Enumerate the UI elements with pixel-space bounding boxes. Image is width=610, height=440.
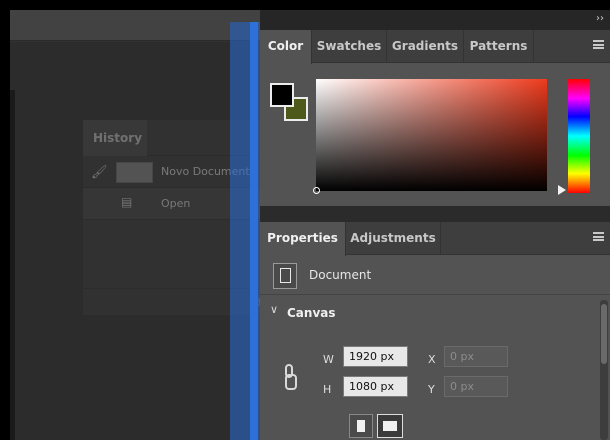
properties-scrollbar[interactable] [600, 300, 608, 440]
collapse-dock-icon[interactable]: ›› [596, 13, 604, 24]
color-panel-tabs: Color Swatches Gradients Patterns [260, 30, 610, 64]
foreground-color-swatch[interactable] [270, 83, 294, 107]
tab-patterns[interactable]: Patterns [464, 30, 534, 63]
document-label: Document [309, 268, 372, 282]
y-field[interactable]: 0 px [444, 376, 508, 397]
tab-gradients[interactable]: Gradients [387, 30, 464, 63]
landscape-orientation-button[interactable] [377, 414, 403, 438]
tab-properties[interactable]: Properties [260, 222, 346, 256]
color-panel: Color Swatches Gradients Patterns [260, 30, 610, 206]
document-edge [10, 90, 15, 440]
width-field[interactable]: 1920 px [343, 346, 408, 367]
dock-drop-line [250, 22, 258, 440]
width-label: W [323, 353, 334, 366]
hue-slider[interactable] [568, 79, 590, 193]
dock-header-strip: ›› [260, 10, 610, 30]
document-state-icon: ▤ [121, 195, 133, 209]
document-row: Document [260, 255, 610, 295]
panel-menu-icon[interactable] [593, 40, 604, 49]
snapshot-thumbnail [116, 162, 153, 183]
canvas-section-title: Canvas [287, 306, 336, 320]
panel-menu-icon[interactable] [593, 232, 604, 241]
panel-dock: ›› Color Swatches Gradients Patterns Pro… [260, 10, 610, 440]
saturation-brightness-field[interactable] [316, 79, 547, 191]
properties-panel: Properties Adjustments Document ∨ Canvas… [260, 222, 610, 440]
x-label: X [428, 353, 436, 366]
tab-adjustments[interactable]: Adjustments [346, 222, 441, 255]
height-label: H [323, 383, 332, 396]
document-icon [273, 263, 297, 289]
color-picker-marker[interactable] [313, 187, 320, 194]
tab-history[interactable]: History [83, 120, 147, 156]
properties-panel-tabs: Properties Adjustments [260, 222, 610, 256]
tab-color[interactable]: Color [260, 30, 312, 64]
x-field[interactable]: 0 px [444, 346, 508, 367]
hue-slider-pointer-icon[interactable] [558, 185, 566, 195]
history-item-label: Open [161, 197, 191, 210]
panel-separator [260, 206, 610, 222]
canvas-section-header[interactable]: ∨ Canvas [260, 296, 610, 330]
height-field[interactable]: 1080 px [343, 376, 408, 397]
chevron-down-icon[interactable]: ∨ [270, 303, 278, 316]
tab-swatches[interactable]: Swatches [312, 30, 387, 63]
history-brush-icon: 🖌 [91, 165, 108, 180]
photoshop-workspace: History ‹‹ ✕ ☰ 🖌 Novo Documento 1.psd ▤ … [10, 10, 610, 440]
y-label: Y [428, 383, 435, 396]
link-dimensions-icon[interactable] [285, 364, 297, 390]
portrait-orientation-button[interactable] [349, 414, 373, 438]
